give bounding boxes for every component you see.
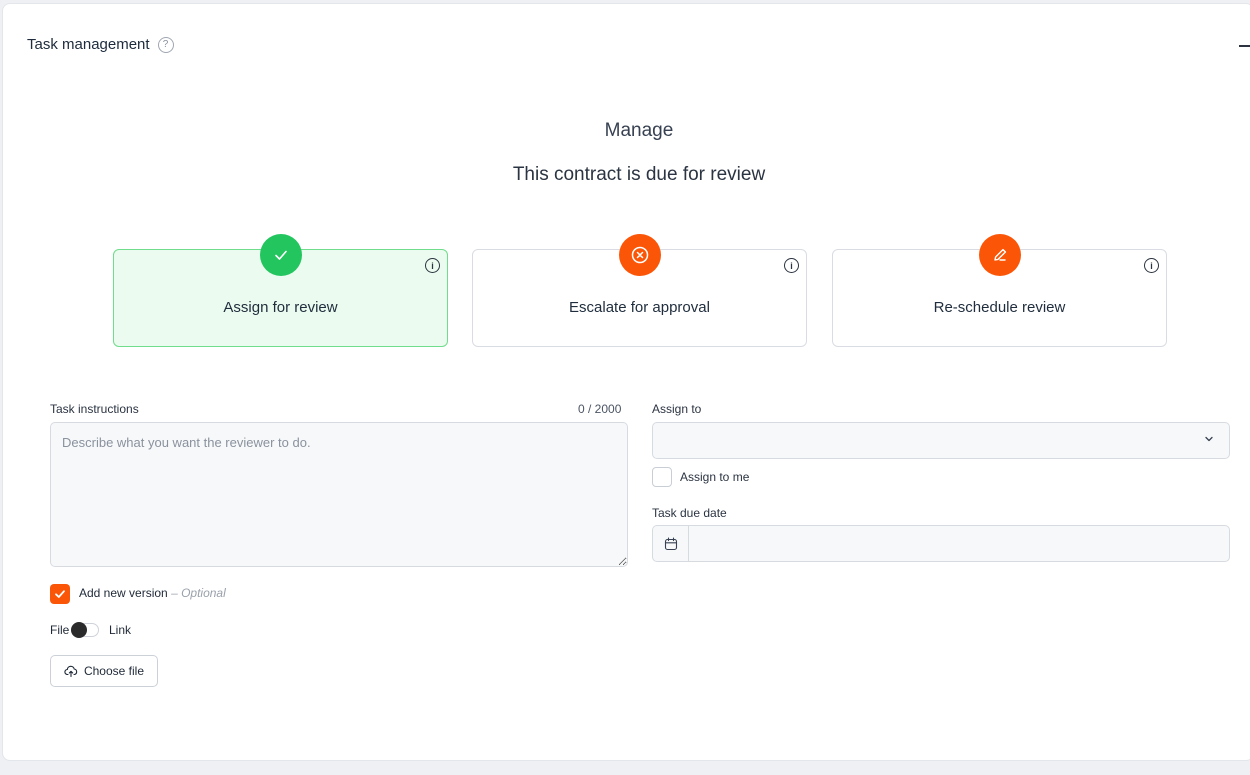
assign-to-select[interactable] (652, 422, 1230, 459)
pencil-icon (979, 234, 1021, 276)
character-counter: 0 / 2000 (578, 402, 622, 416)
upload-cloud-icon (64, 665, 78, 678)
help-icon[interactable]: ? (157, 36, 174, 53)
link-option-label: Link (109, 623, 132, 637)
file-link-toggle[interactable] (71, 622, 99, 638)
task-instructions-input[interactable] (50, 422, 628, 567)
add-new-version-label: Add new version – Optional (79, 586, 226, 600)
option-label: Re-schedule review (933, 299, 1066, 316)
assign-to-me-label: Assign to me (680, 470, 750, 484)
info-icon[interactable]: i (1144, 258, 1159, 273)
collapse-button[interactable] (1239, 45, 1250, 47)
file-option-label: File (50, 623, 70, 637)
add-version-text: Add new version (79, 586, 168, 600)
assign-to-me-checkbox[interactable] (652, 467, 672, 487)
calendar-icon[interactable] (653, 526, 689, 561)
task-due-date-label: Task due date (652, 506, 727, 520)
optional-hint: – Optional (171, 586, 226, 600)
option-escalate-for-approval[interactable]: i Escalate for approval (472, 234, 807, 347)
panel-header: Task management ? (27, 36, 174, 53)
panel-title: Task management (27, 36, 150, 53)
info-icon[interactable]: i (425, 258, 440, 273)
option-reschedule-review[interactable]: i Re-schedule review (832, 234, 1167, 347)
choose-file-button[interactable]: Choose file (50, 655, 158, 687)
info-icon[interactable]: i (784, 258, 799, 273)
task-management-panel: Task management ? (2, 3, 1250, 761)
choose-file-label: Choose file (83, 664, 145, 678)
chevron-down-icon (1205, 436, 1213, 442)
manage-title: Manage (604, 120, 674, 141)
x-circle-icon (619, 234, 661, 276)
task-due-date-input[interactable] (652, 525, 1230, 562)
check-icon (260, 234, 302, 276)
task-instructions-label: Task instructions (50, 402, 139, 416)
manage-subtitle: This contract is due for review (512, 164, 766, 185)
option-label: Assign for review (223, 299, 338, 316)
option-label: Escalate for approval (569, 299, 710, 316)
add-new-version-checkbox[interactable] (50, 584, 70, 604)
check-icon (55, 590, 65, 598)
toggle-knob (71, 622, 87, 638)
option-assign-for-review[interactable]: i Assign for review (113, 234, 448, 347)
assign-to-label: Assign to (652, 402, 702, 416)
